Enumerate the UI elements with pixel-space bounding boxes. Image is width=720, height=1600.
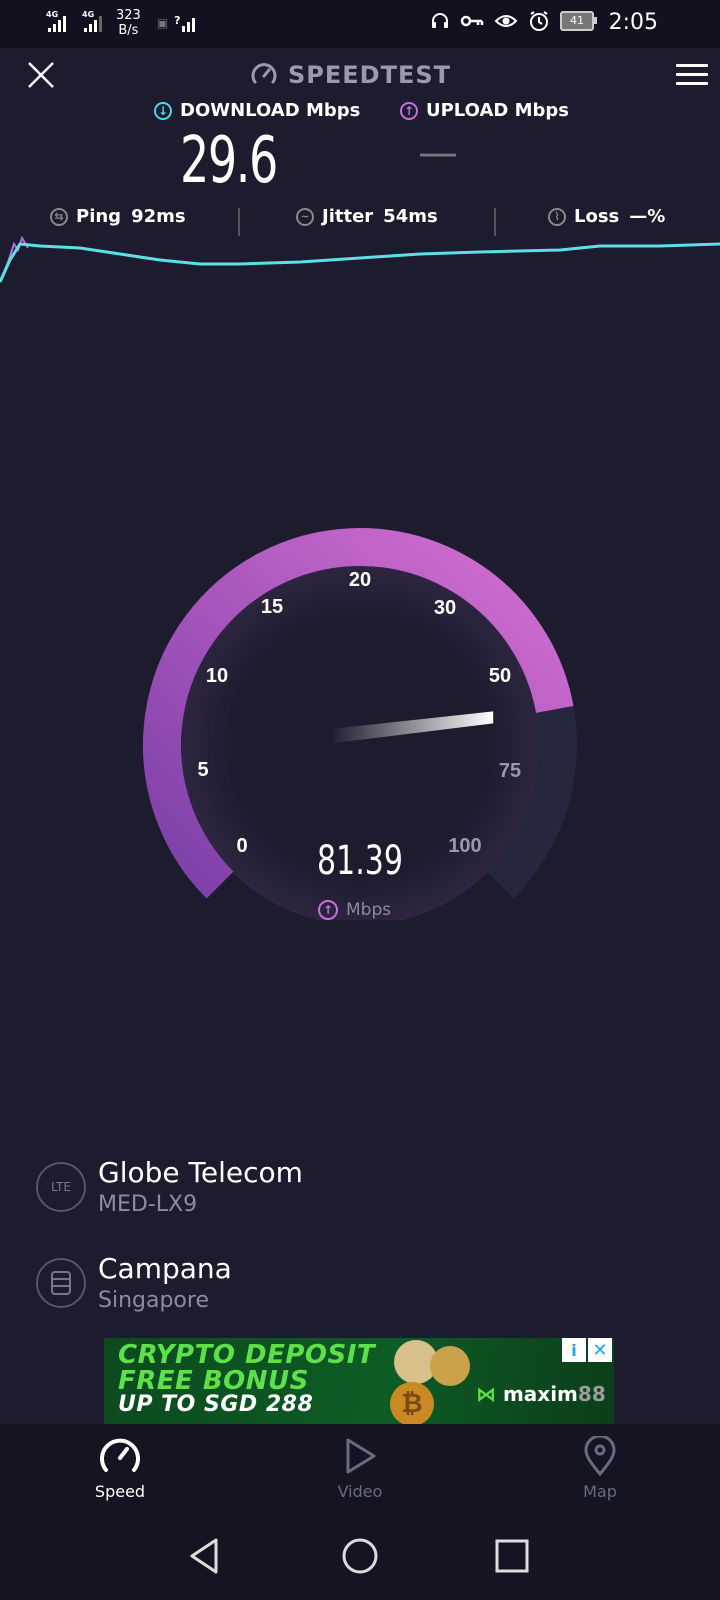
device-model: MED-LX9 bbox=[98, 1192, 198, 1217]
signal-icon: 4G bbox=[82, 10, 102, 32]
clock: 2:05 bbox=[608, 10, 658, 35]
provider-row[interactable]: LTE Globe Telecom MED-LX9 bbox=[36, 1156, 686, 1236]
headset-icon bbox=[432, 13, 448, 28]
jitter-metric: ~ Jitter 54ms bbox=[296, 206, 438, 227]
gauge-tick-label: 20 bbox=[349, 569, 371, 591]
upload-label: ↑ UPLOAD Mbps bbox=[400, 100, 569, 121]
speedometer-icon bbox=[251, 63, 277, 84]
app-title: SPEEDTEST bbox=[250, 58, 451, 92]
gauge-tick-label: 50 bbox=[489, 665, 511, 687]
home-icon[interactable] bbox=[340, 1536, 380, 1576]
gauge-tick-label: 5 bbox=[197, 759, 208, 781]
eye-icon bbox=[494, 15, 518, 27]
loss-icon: ⌇ bbox=[548, 207, 566, 226]
download-label: ↓ DOWNLOAD Mbps bbox=[154, 100, 360, 121]
upload-value: — bbox=[418, 130, 458, 176]
server-icon bbox=[36, 1258, 86, 1308]
ad-banner[interactable]: CRYPTO DEPOSIT FREE BONUS UP TO SGD 288 … bbox=[104, 1338, 614, 1424]
gauge-tick-label: 10 bbox=[206, 665, 228, 687]
crypto-coins-image: ₿ bbox=[390, 1340, 470, 1424]
network-speed: 323 B/s bbox=[116, 8, 141, 38]
lte-icon: LTE bbox=[36, 1162, 86, 1212]
close-icon[interactable] bbox=[24, 58, 58, 92]
alarm-icon bbox=[530, 11, 548, 31]
system-navigation bbox=[0, 1514, 720, 1600]
gauge-tick-label: 15 bbox=[261, 596, 283, 618]
loss-metric: ⌇ Loss —% bbox=[548, 206, 665, 227]
gauge-tick-label: 75 bbox=[499, 760, 521, 782]
page-title: SPEEDTEST bbox=[288, 61, 452, 89]
download-icon: ↓ bbox=[154, 101, 172, 120]
battery-icon: 41 bbox=[560, 11, 597, 31]
ad-info-icon[interactable]: i bbox=[562, 1338, 586, 1362]
nav-video[interactable]: Video bbox=[300, 1436, 420, 1501]
gauge-tick-label: 30 bbox=[434, 597, 456, 619]
jitter-icon: ~ bbox=[296, 207, 314, 226]
wifi-question-icon: ? bbox=[174, 14, 196, 32]
nav-map[interactable]: Map bbox=[540, 1436, 660, 1501]
menu-icon[interactable] bbox=[676, 64, 708, 88]
signal-icon: 4G bbox=[46, 10, 66, 32]
upload-icon: ↑ bbox=[400, 101, 418, 120]
ping-metric: ⇆ Ping 92ms bbox=[50, 206, 186, 227]
play-icon bbox=[346, 1438, 376, 1474]
status-bar: 4G 4G 323 B/s ▣ ? 41 2:05 bbox=[0, 0, 720, 48]
vpn-key-icon bbox=[460, 15, 484, 27]
gauge-unit: ↑ Mbps bbox=[318, 900, 391, 920]
recents-icon[interactable] bbox=[494, 1538, 530, 1574]
server-location: Singapore bbox=[98, 1288, 209, 1313]
svg-text:₿: ₿ bbox=[401, 1388, 422, 1418]
download-value: 29.6 bbox=[180, 124, 278, 198]
ad-brand-logo: ⋈ maxim88 bbox=[476, 1382, 606, 1406]
ad-subline: UP TO SGD 288 bbox=[118, 1392, 314, 1417]
provider-name: Globe Telecom bbox=[98, 1156, 303, 1189]
speed-graph bbox=[0, 235, 720, 283]
ad-close-icon[interactable]: ✕ bbox=[588, 1338, 612, 1362]
gauge-speed-value: 81.39 bbox=[317, 838, 403, 884]
bottom-navigation: Speed Video Map bbox=[0, 1424, 720, 1514]
back-icon[interactable] bbox=[186, 1536, 222, 1576]
speedometer-icon bbox=[100, 1438, 140, 1472]
nav-speed[interactable]: Speed bbox=[60, 1436, 180, 1501]
notification-icon: ▣ bbox=[156, 16, 169, 30]
ping-icon: ⇆ bbox=[50, 207, 68, 226]
upload-icon: ↑ bbox=[318, 900, 338, 920]
server-row[interactable]: Campana Singapore bbox=[36, 1252, 686, 1332]
map-pin-icon bbox=[584, 1436, 616, 1476]
server-name: Campana bbox=[98, 1252, 232, 1285]
